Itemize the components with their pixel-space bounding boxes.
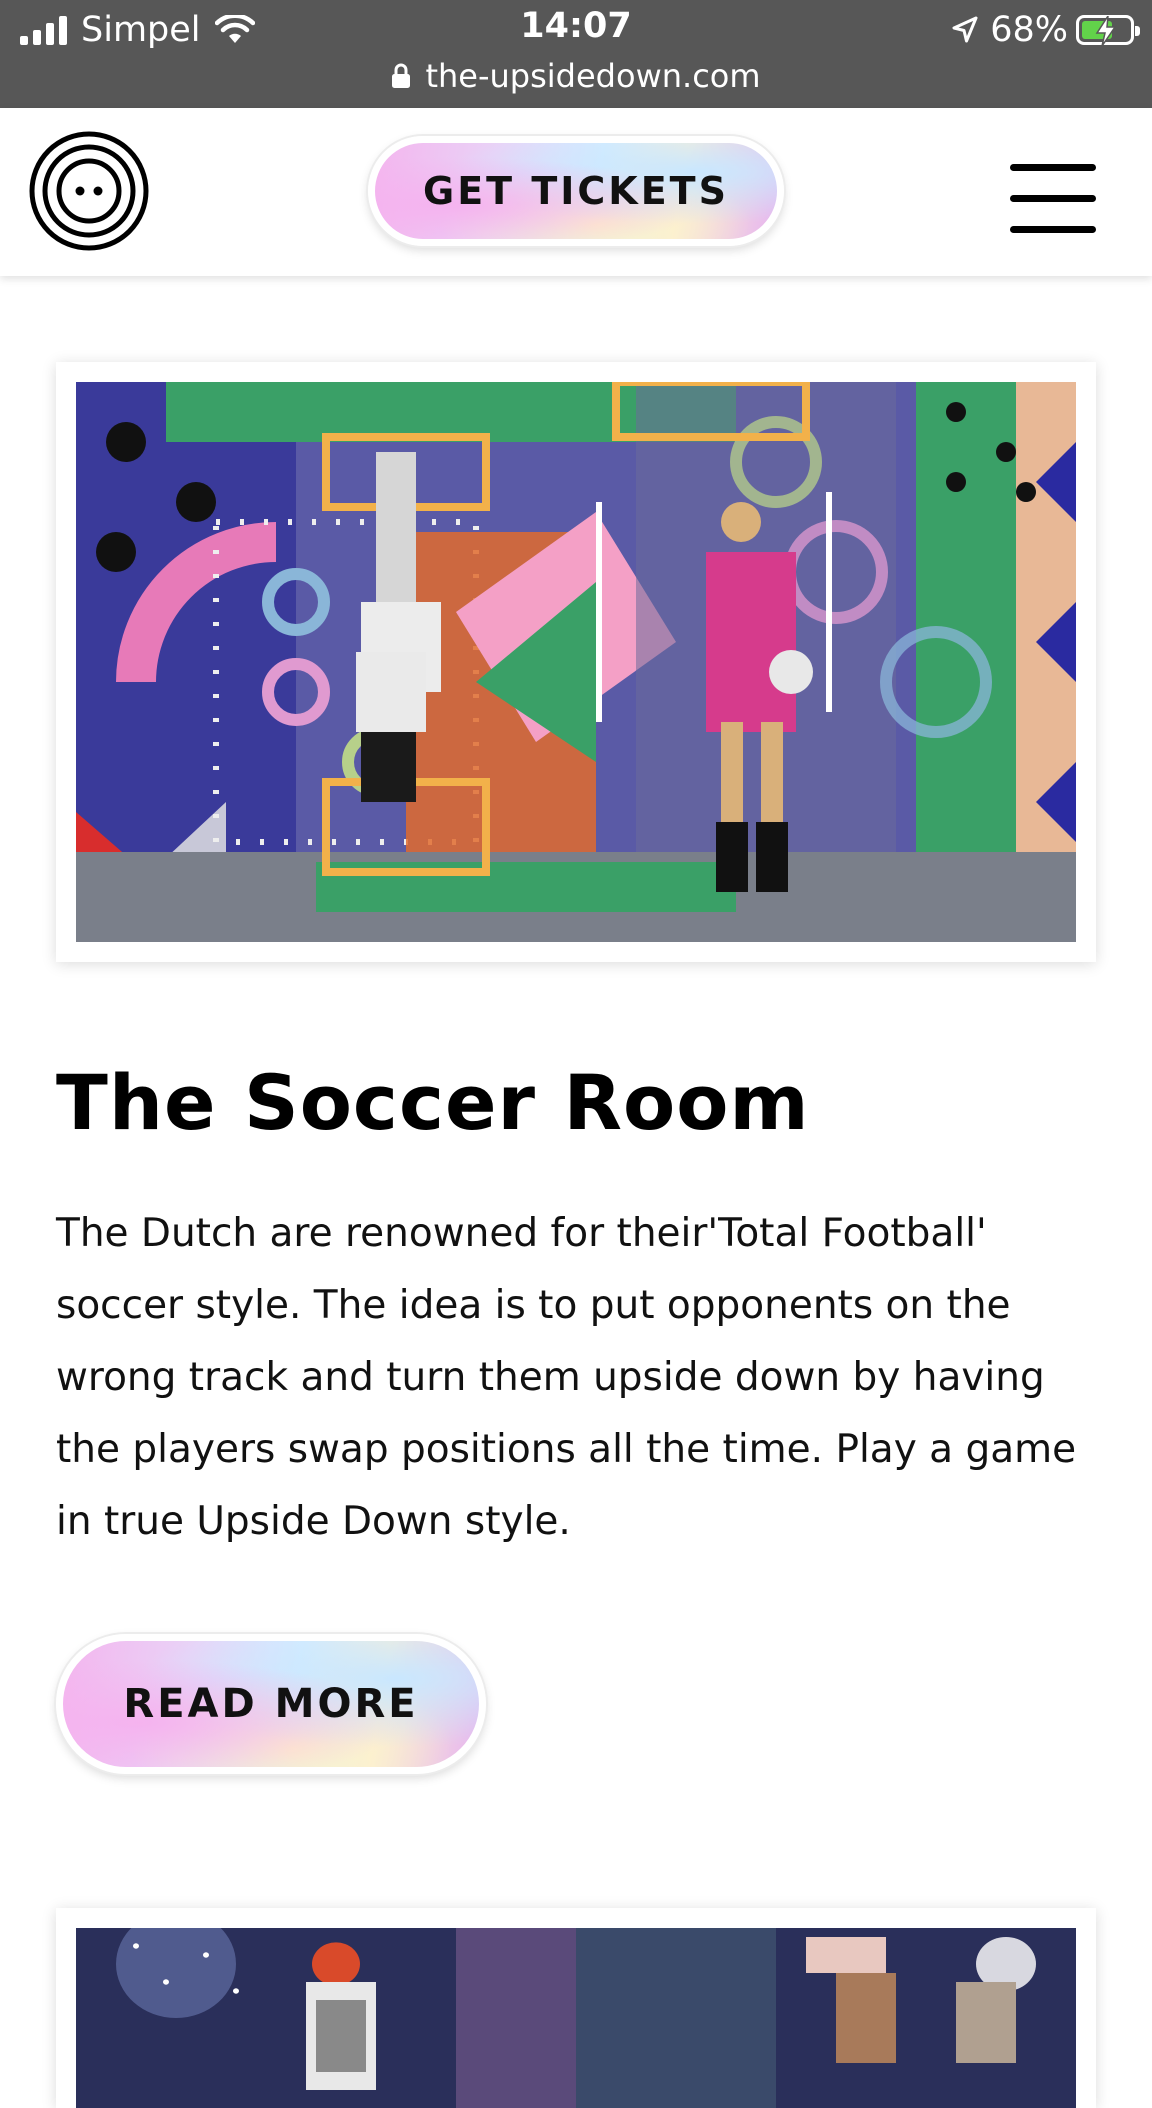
status-bar: Simpel 14:07 68% the-upsidedown.com — [0, 0, 1152, 108]
concentric-circles-logo[interactable] — [28, 130, 150, 252]
site-header: GET TICKETS — [0, 108, 1152, 276]
status-right: 68% — [950, 8, 1140, 52]
photo-soccer-room — [76, 382, 1076, 942]
get-tickets-button[interactable]: GET TICKETS — [368, 136, 784, 246]
next-article-image-card[interactable] — [56, 1908, 1096, 2108]
photo-next-room — [76, 1928, 1076, 2108]
url-text: the-upsidedown.com — [425, 57, 761, 95]
article-title: The Soccer Room — [56, 1058, 810, 1147]
location-icon — [952, 16, 978, 43]
article-description: The Dutch are renowned for their'Total F… — [56, 1211, 1077, 1544]
battery-charging-icon — [1076, 15, 1140, 46]
read-more-button[interactable]: READ MORE — [56, 1634, 486, 1774]
hamburger-menu-icon[interactable] — [1010, 164, 1096, 234]
battery-percent: 68% — [990, 10, 1068, 50]
lock-icon — [392, 63, 411, 88]
address-bar[interactable]: the-upsidedown.com — [0, 54, 1152, 98]
article-image-card[interactable] — [56, 362, 1096, 962]
charging-bolt-icon — [1095, 16, 1117, 46]
